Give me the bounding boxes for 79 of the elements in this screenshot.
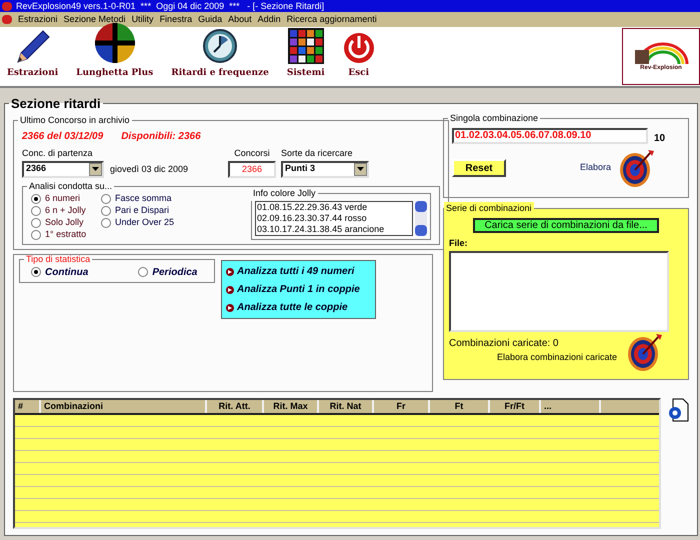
action-link[interactable]: Analizza tutti i 49 numeri: [226, 264, 371, 279]
column-header[interactable]: Rit. Max: [264, 400, 319, 413]
process-label: Elabora: [580, 161, 612, 174]
column-header[interactable]: Ft: [430, 400, 490, 413]
list-item[interactable]: 03.10.17.24.31.38.45 arancione: [257, 224, 412, 234]
play-icon: [226, 304, 234, 312]
scrollbar[interactable]: [415, 200, 427, 236]
group-title: Analisi condotta su...: [28, 180, 114, 192]
field-label: Sorte da ricercare: [281, 147, 354, 160]
radio-label: 6 numeri: [45, 193, 80, 204]
toolbar-button[interactable]: Sistemi: [284, 28, 327, 80]
list-item[interactable]: 02.09.16.23.30.37.44 rosso: [257, 212, 412, 224]
menu-item[interactable]: Guida: [198, 12, 222, 26]
radio-button[interactable]: [101, 194, 111, 204]
reset-button[interactable]: Reset: [452, 159, 506, 177]
play-icon: [226, 268, 234, 276]
radio-label: Under Over 25: [115, 217, 174, 228]
input-field[interactable]: 2366: [228, 160, 276, 178]
document-icon[interactable]: [667, 398, 689, 422]
radio-button[interactable]: [31, 230, 41, 240]
menu-item[interactable]: Ricerca aggiornamenti: [286, 12, 377, 26]
radio-button[interactable]: [31, 206, 41, 216]
clock-icon: [202, 28, 238, 64]
action-link[interactable]: Analizza Punti 1 in coppie: [226, 282, 371, 297]
target-icon[interactable]: [627, 332, 664, 372]
file-label: File:: [449, 237, 469, 250]
menu-item[interactable]: About: [228, 12, 252, 26]
available-count: Disponibili: 2366: [121, 130, 201, 144]
menu-item[interactable]: Sezione Metodi: [64, 12, 126, 26]
radio-label: 6 n + Jolly: [45, 205, 86, 216]
radio-button[interactable]: [31, 218, 41, 228]
column-header[interactable]: Combinazioni: [41, 400, 207, 413]
play-icon: [226, 286, 234, 294]
menu-item[interactable]: Utility: [132, 12, 154, 26]
process-label: Elabora combinazioni caricate: [497, 350, 618, 364]
target-icon[interactable]: [619, 148, 656, 188]
count-text: 10: [654, 132, 666, 146]
column-header[interactable]: Rit. Nat: [319, 400, 374, 413]
list-item[interactable]: 01.08.15.22.29.36.43 verde: [257, 202, 412, 212]
radio-label: Continua: [45, 266, 88, 278]
pencil-icon: [14, 28, 51, 64]
toolbar-button[interactable]: Estrazioni: [5, 28, 60, 80]
toolbar-button[interactable]: Ritardi e frequenze: [169, 28, 271, 80]
group-title: Tipo di statistica: [25, 253, 92, 266]
loaded-count: Combinazioni caricate: 0: [449, 336, 560, 350]
group-title: Ultimo Concorso in archivio: [19, 114, 131, 126]
last-draw-text: 2366 del 03/12/09: [22, 130, 104, 144]
window-title: RevExplosion49 vers.1-0-R01 *** Oggi 04 dic 2009 *** - [- Sezione Ritardi]: [16, 2, 324, 11]
group-title: Info colore Jolly: [252, 187, 317, 200]
column-header[interactable]: ...: [541, 400, 601, 413]
date-text: giovedì 03 dic 2009: [110, 163, 190, 176]
field-label: Conc. di partenza: [22, 147, 94, 160]
radio-button[interactable]: [31, 194, 41, 204]
radio-label: Pari e Dispari: [115, 205, 170, 216]
radio-label: 1° estratto: [45, 229, 86, 240]
radio-label: Solo Jolly: [45, 217, 84, 228]
radio-button[interactable]: [101, 206, 111, 216]
toolbar-button[interactable]: Esci: [340, 30, 377, 80]
load-file-button[interactable]: Carica serie di combinazioni da file...: [472, 218, 660, 233]
radio-label: Periodica: [152, 266, 198, 278]
group-title: Singola combinazione: [449, 112, 540, 125]
column-header[interactable]: Fr/Ft: [490, 400, 541, 413]
action-link[interactable]: Analizza tutte le coppie: [226, 300, 371, 315]
radio-button[interactable]: [138, 267, 148, 277]
dropdown[interactable]: 2366: [22, 160, 104, 178]
column-header[interactable]: Rit. Att.: [207, 400, 264, 413]
column-header[interactable]: #: [15, 400, 41, 413]
menu-item[interactable]: Addin: [258, 12, 281, 26]
input-field[interactable]: 01.02.03.04.05.06.07.08.09.10: [452, 128, 648, 144]
section-title: Sezione ritardi: [10, 95, 102, 113]
radio-button[interactable]: [31, 267, 41, 277]
field-label: Concorsi: [234, 147, 270, 160]
radio-label: Fasce somma: [115, 193, 172, 204]
menu-item[interactable]: Estrazioni: [18, 12, 58, 26]
menu-item[interactable]: Finestra: [160, 12, 192, 26]
radio-button[interactable]: [101, 218, 111, 228]
dropdown[interactable]: Punti 3: [281, 160, 369, 178]
column-header[interactable]: Fr: [374, 400, 430, 413]
color-grid-icon: [288, 28, 324, 64]
